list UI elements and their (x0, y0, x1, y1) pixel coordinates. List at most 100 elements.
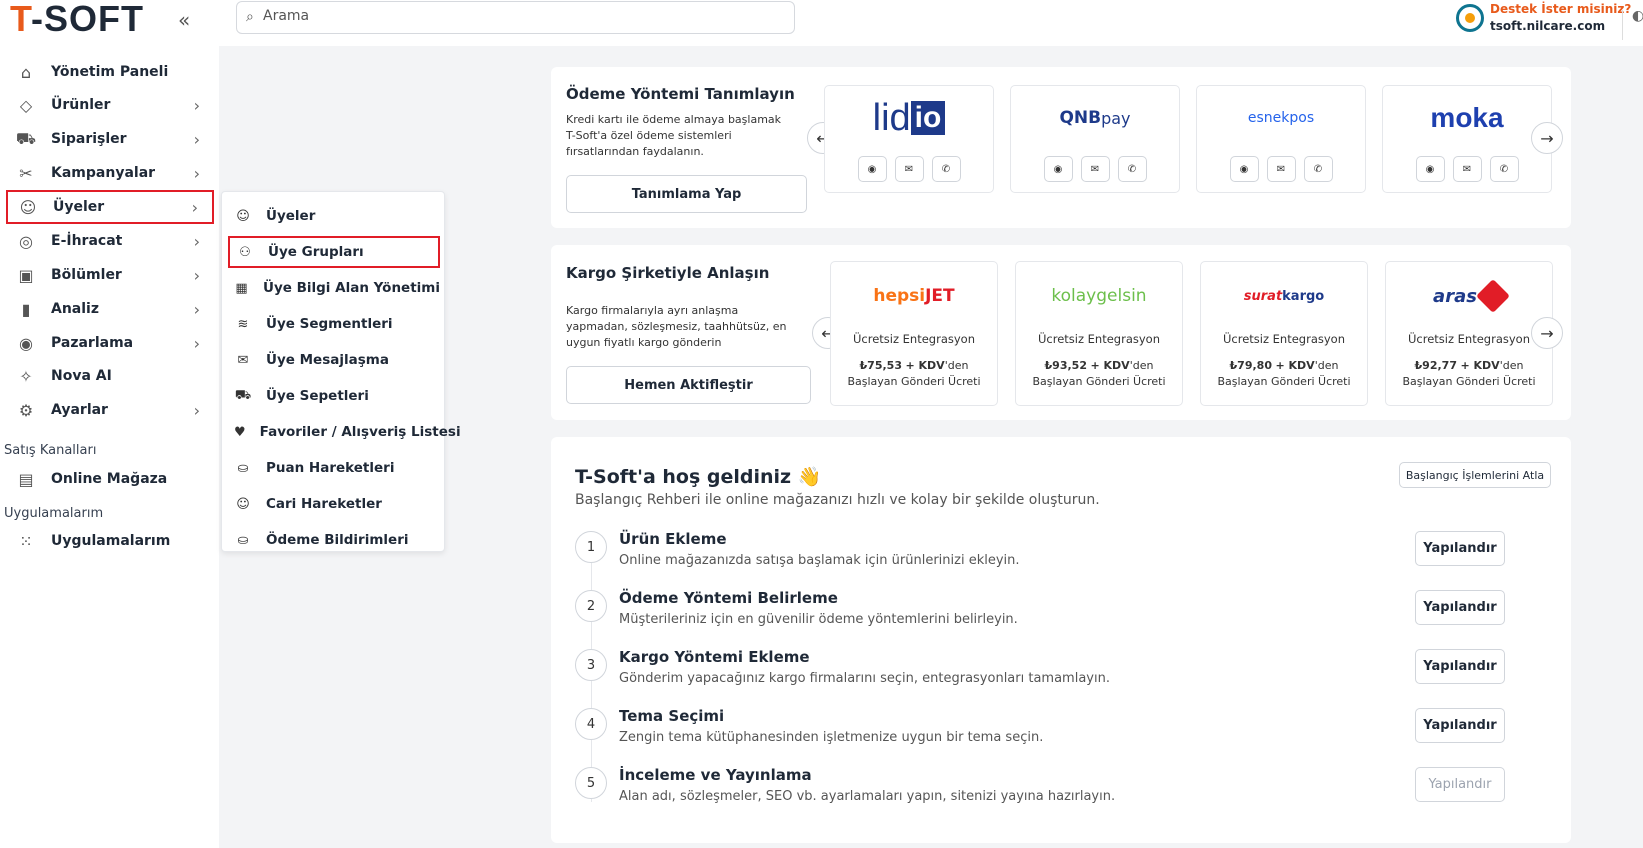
submenu-item-9[interactable]: ☺ Cari Hareketler (228, 488, 440, 520)
submenu-item-6[interactable]: ⛟ Üye Sepetleri (228, 380, 440, 412)
top-bar: T-SOFT « ⌕ Destek İster misiniz? tsoft.n… (0, 0, 1643, 46)
sidebar-item-sipari-ler[interactable]: ⛟ Siparişler › (6, 122, 214, 156)
aras-logo-mark-icon (1475, 279, 1510, 313)
submenu-item-1[interactable]: ☺ Üyeler (228, 200, 440, 232)
provider-logo: QNB pay (1059, 108, 1131, 128)
sidebar-item-label: Bölümler (51, 267, 122, 283)
heart-icon: ♥ (234, 424, 246, 440)
configure-button[interactable]: Yapılandır (1415, 531, 1505, 566)
sidebar-item-analiz[interactable]: ▮ Analiz › (6, 292, 214, 326)
step-number: 4 (575, 708, 607, 740)
sidebar-item-label: Uygulamalarım (51, 533, 171, 549)
submenu-item-3[interactable]: ▦ Üye Bilgi Alan Yönetimi (228, 272, 440, 304)
submenu-item-2[interactable]: ⚇ Üye Grupları (228, 236, 440, 268)
sidebar-item-b-l-mler[interactable]: ▣ Bölümler › (6, 258, 214, 292)
analytics-icon: ▮ (21, 299, 31, 319)
apps-section-label: Uygulamalarım (4, 506, 104, 521)
globe-icon[interactable]: ◉ (1043, 156, 1073, 182)
submenu-item-10[interactable]: ⛀ Ödeme Bildirimleri (228, 524, 440, 556)
globe-icon[interactable]: ◉ (1229, 156, 1259, 182)
skip-onboarding-button[interactable]: Başlangıç İşlemlerini Atla (1399, 462, 1551, 488)
search-input[interactable] (263, 8, 763, 24)
sidebar-item-label: Nova AI (51, 368, 112, 384)
search-box[interactable]: ⌕ (236, 1, 795, 34)
step-title: Ödeme Yöntemi Belirleme (619, 589, 838, 607)
sidebar-item-kampanyalar[interactable]: ✂ Kampanyalar › (6, 156, 214, 190)
payment-provider-card[interactable]: QNB pay ◉ ✉ ✆ (1010, 85, 1180, 193)
submenu-item-4[interactable]: ≋ Üye Segmentleri (228, 308, 440, 340)
define-payment-button[interactable]: Tanımlama Yap (566, 175, 807, 213)
cargo-price: ₺92,77 + KDV'den Başlayan Gönderi Ücreti (1402, 359, 1536, 388)
sidebar-item-online-store[interactable]: ▤ Online Mağaza (6, 462, 214, 496)
cargo-company-card[interactable]: surat kargo Ücretsiz Entegrasyon ₺79,80 + K… (1200, 261, 1368, 406)
submenu-item-8[interactable]: ⛀ Puan Hareketleri (228, 452, 440, 484)
mail-icon[interactable]: ✉ (894, 156, 924, 182)
cart-icon: ⛟ (234, 387, 252, 403)
sales-channels-label: Satış Kanalları (4, 443, 97, 458)
step-description: Gönderim yapacağınız kargo firmalarını s… (619, 671, 1110, 686)
step-description: Online mağazanızda satışa başlamak için … (619, 553, 1020, 568)
submenu-item-label: Üye Segmentleri (266, 316, 393, 332)
cargo-logo: kolay gelsin (1051, 286, 1147, 306)
configure-button[interactable]: Yapılandır (1415, 708, 1505, 743)
campaign-icon: ✂ (19, 163, 33, 183)
submenu-item-label: Üyeler (266, 208, 316, 224)
members-submenu: ☺ Üyeler ⚇ Üye Grupları ▦ Üye Bilgi Alan Yöne… (221, 191, 461, 552)
phone-icon[interactable]: ✆ (1489, 156, 1519, 182)
sidebar-item-pazarlama[interactable]: ◉ Pazarlama › (6, 326, 214, 360)
payment-provider-card[interactable]: moka ◉ ✉ ✆ (1382, 85, 1552, 193)
payment-provider-card[interactable]: esnekpos ◉ ✉ ✆ (1196, 85, 1366, 193)
support-title[interactable]: Destek İster misiniz? (1490, 2, 1631, 16)
phone-icon[interactable]: ✆ (1303, 156, 1333, 182)
chevron-right-icon: › (193, 163, 200, 183)
sidebar-item--yeler[interactable]: ☺ Üyeler › (6, 190, 214, 224)
profile-icon[interactable]: ◐ (1632, 8, 1643, 24)
hand-coin-icon: ⛀ (237, 532, 249, 548)
members-icon: ☺ (236, 496, 250, 512)
sidebar-item-nova-ai[interactable]: ✧ Nova AI (6, 359, 214, 393)
globe-icon[interactable]: ◉ (1415, 156, 1445, 182)
globe-icon[interactable]: ◉ (857, 156, 887, 182)
configure-button[interactable]: Yapılandır (1415, 590, 1505, 625)
chevron-right-icon: › (193, 129, 200, 149)
submenu-item-label: Üye Grupları (268, 244, 364, 260)
tag-icon: ◇ (19, 95, 33, 115)
phone-icon[interactable]: ✆ (1117, 156, 1147, 182)
sidebar-item-e-i-hracat[interactable]: ◎ E-İhracat › (6, 224, 214, 258)
tsoft-logo[interactable]: T-SOFT (10, 0, 144, 40)
mail-icon[interactable]: ✉ (1266, 156, 1296, 182)
members-icon: ☺ (19, 197, 37, 217)
cart-icon: ⛟ (15, 128, 37, 148)
payment-method-card: Ödeme Yöntemi Tanımlayın Kredi kartı ile… (551, 67, 1571, 228)
configure-button[interactable]: Yapılandır (1415, 767, 1505, 802)
sidebar-item-y-netim-paneli[interactable]: ⌂ Yönetim Paneli (6, 55, 214, 89)
sidebar-item-apps[interactable]: ⁙ Uygulamalarım (6, 524, 214, 558)
collapse-sidebar-icon[interactable]: « (178, 8, 190, 32)
sidebar-item-label: Yönetim Paneli (51, 64, 169, 80)
phone-icon[interactable]: ✆ (931, 156, 961, 182)
submenu-item-7[interactable]: ♥ Favoriler / Alışveriş Listesi (228, 416, 461, 448)
mail-icon[interactable]: ✉ (1452, 156, 1482, 182)
step-number: 1 (575, 531, 607, 563)
cargo-next-arrow-icon[interactable]: → (1531, 317, 1563, 349)
cargo-company-card[interactable]: hepsi JET Ücretsiz Entegrasyon ₺75,53 + KDV… (830, 261, 998, 406)
chevron-right-icon: › (193, 265, 200, 285)
configure-button[interactable]: Yapılandır (1415, 649, 1505, 684)
submenu-item-5[interactable]: ✉ Üye Mesajlaşma (228, 344, 440, 376)
submenu-item-label: Üye Mesajlaşma (266, 352, 389, 368)
payment-next-arrow-icon[interactable]: → (1531, 122, 1563, 154)
provider-contact-icons: ◉ ✉ ✆ (1197, 156, 1365, 182)
sidebar-item-label: E-İhracat (51, 233, 123, 249)
cargo-company-card[interactable]: aras Ücretsiz Entegrasyon ₺92,77 + KDV'den… (1385, 261, 1553, 406)
mail-icon[interactable]: ✉ (1080, 156, 1110, 182)
payment-provider-card[interactable]: lid io ◉ ✉ ✆ (824, 85, 994, 193)
sidebar-item-ayarlar[interactable]: ⚙ Ayarlar › (6, 393, 214, 427)
form-icon: ▦ (235, 280, 248, 296)
chevron-right-icon: › (193, 400, 200, 420)
cargo-company-card[interactable]: kolay gelsin Ücretsiz Entegrasyon ₺93,52 + … (1015, 261, 1183, 406)
activate-cargo-button[interactable]: Hemen Aktifleştir (566, 366, 811, 404)
sidebar-item-label: Üyeler (53, 199, 105, 215)
home-icon: ⌂ (20, 62, 32, 82)
sidebar-item--r-nler[interactable]: ◇ Ürünler › (6, 88, 214, 122)
support-domain: tsoft.nilcare.com (1490, 19, 1606, 33)
